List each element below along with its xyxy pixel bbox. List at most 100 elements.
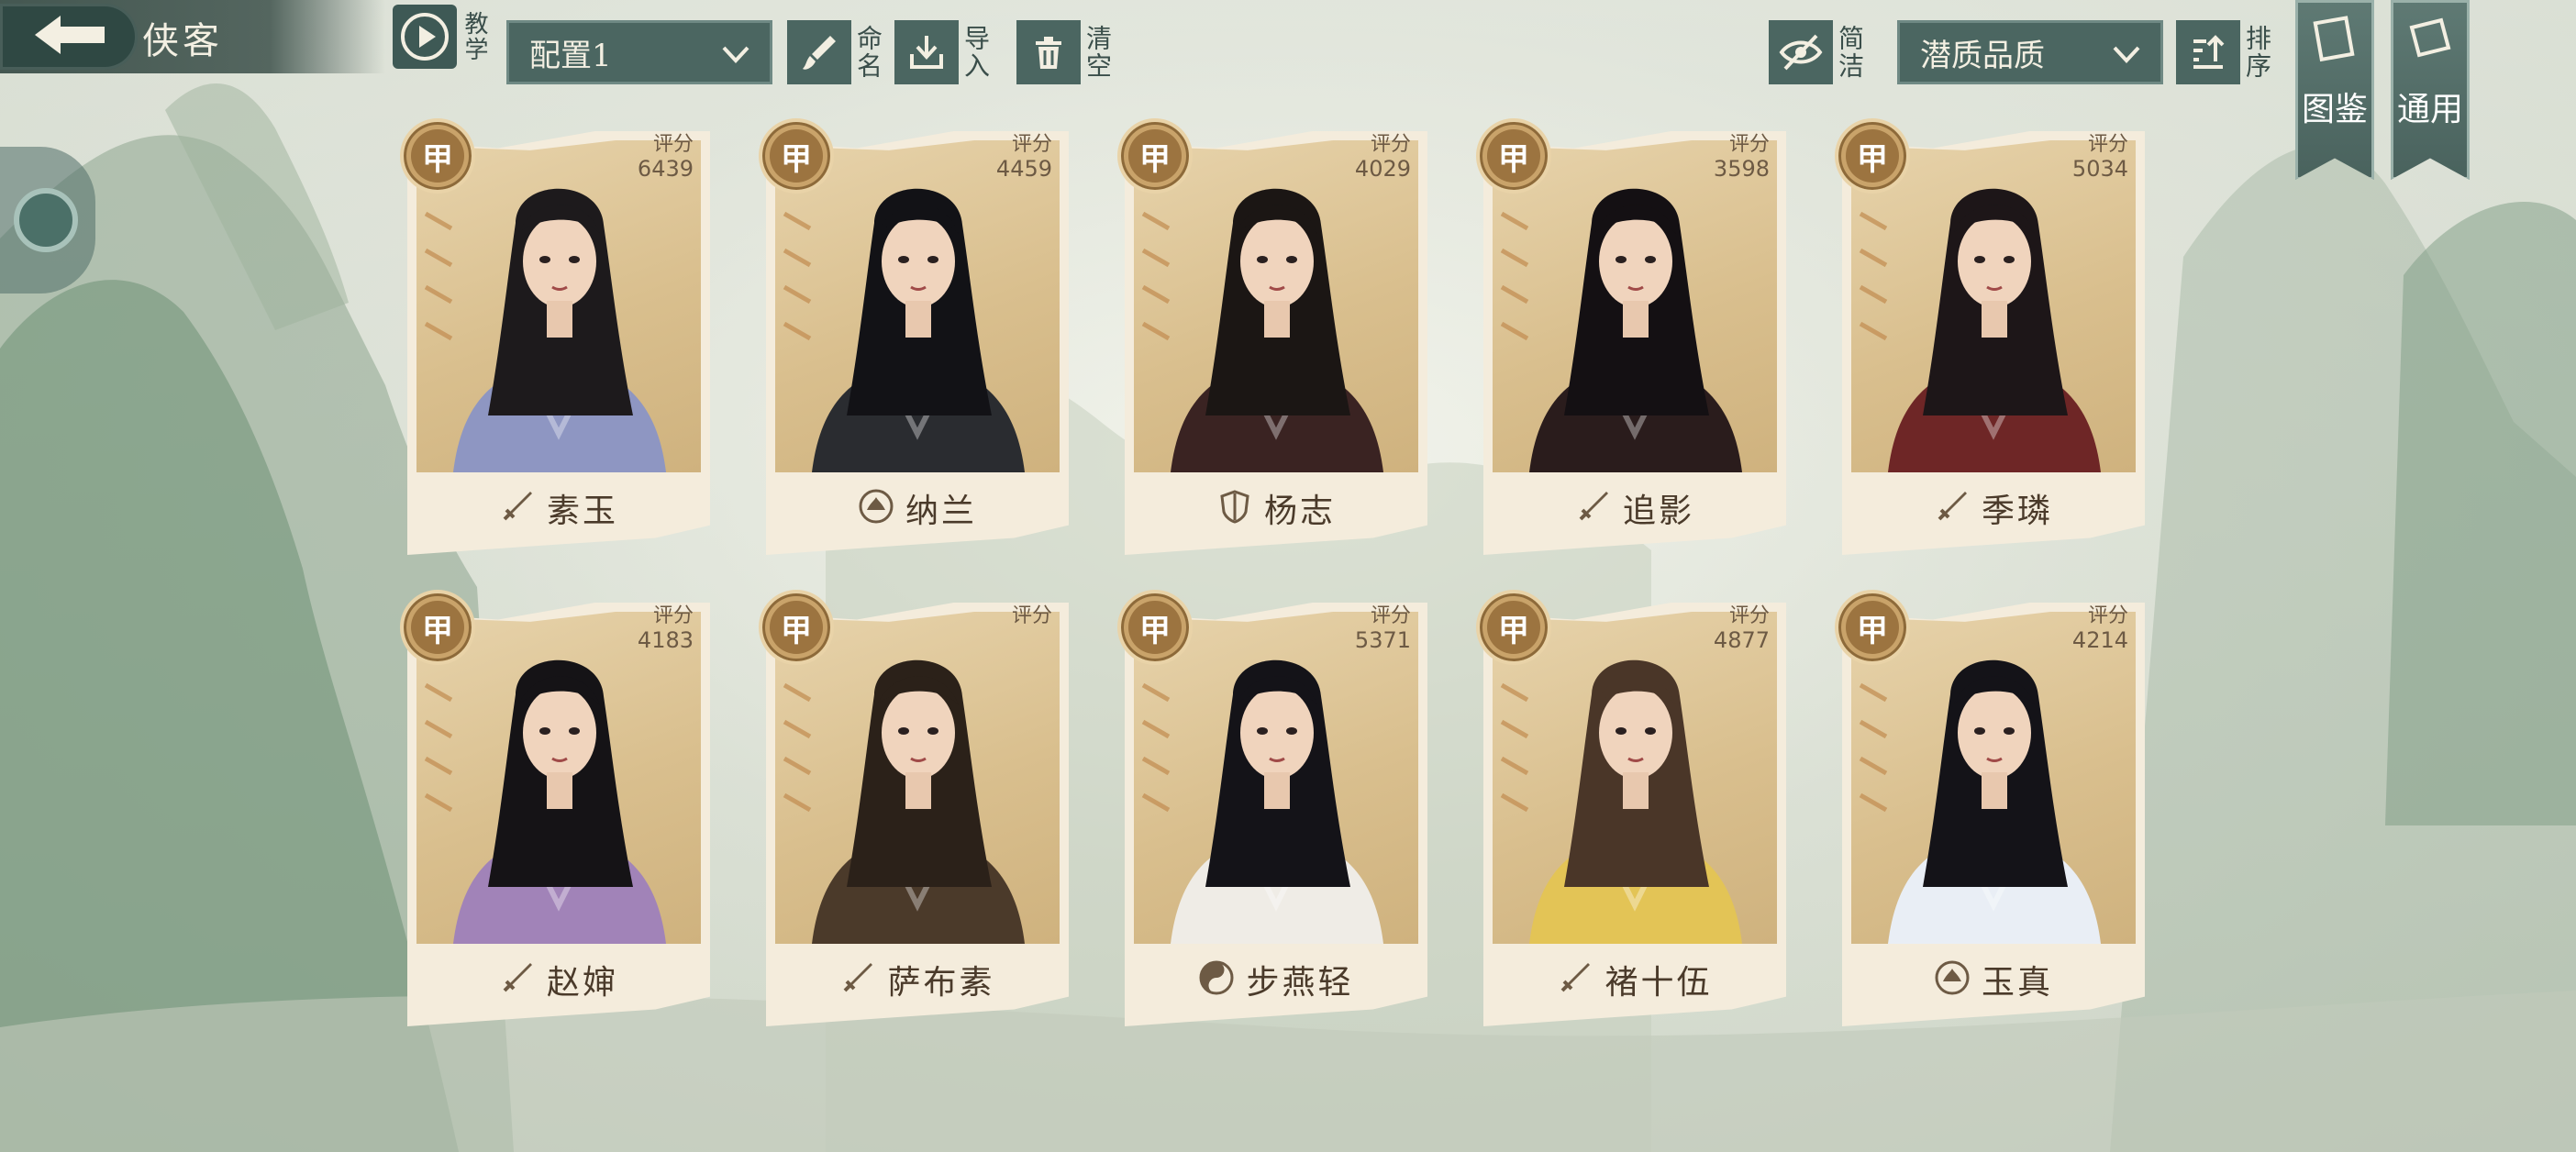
hero-portrait: [1134, 140, 1418, 472]
hero-card-4[interactable]: 甲 评分 3598 追影: [1476, 118, 1786, 555]
hero-portrait: [1851, 140, 2136, 472]
grade-text: 甲: [1128, 129, 1182, 183]
score-label: 评分: [652, 133, 694, 156]
brush-icon: [787, 20, 851, 84]
stamp-marks-icon: [1141, 211, 1171, 341]
lotus-icon: [1934, 959, 1971, 1000]
score-block: 评分 4029: [1355, 133, 1411, 181]
hero-name: 杨志: [1263, 493, 1336, 530]
score-block: 评分 5371: [1355, 604, 1411, 652]
grade-text: 甲: [1487, 601, 1540, 654]
config-value: 配置1: [529, 37, 612, 74]
hero-name: 赵婶: [546, 964, 618, 1002]
stamp-marks-icon: [1500, 682, 1529, 813]
score-label: 评分: [652, 604, 694, 627]
score-label: 评分: [1370, 133, 1411, 156]
general-banner-button[interactable]: 通用: [2391, 0, 2470, 180]
hero-card-6[interactable]: 甲 评分 4183 赵婶: [400, 590, 710, 1026]
score-value: 3598: [1713, 156, 1770, 182]
yinyang-icon: [1198, 959, 1235, 1000]
general-label: 通用: [2396, 91, 2463, 128]
stamp-marks-icon: [424, 682, 453, 813]
score-block: 评分 5034: [2072, 133, 2128, 181]
book-icon: [2309, 13, 2360, 68]
rename-label: 命名: [853, 25, 883, 80]
hero-nameplate: 追影: [1483, 476, 1786, 540]
hero-card-1[interactable]: 甲 评分 6439 素玉: [400, 118, 710, 555]
clear-button[interactable]: 清空: [1016, 20, 1113, 84]
score-value: 4183: [637, 627, 694, 653]
score-label: 评分: [2087, 133, 2128, 156]
rename-button[interactable]: 命名: [787, 20, 883, 84]
score-label: 评分: [1370, 604, 1411, 627]
hero-card-8[interactable]: 甲 评分 5371 步燕轻: [1117, 590, 1427, 1026]
sword-icon: [1575, 488, 1612, 528]
grade-badge: 甲: [759, 118, 834, 194]
hero-portrait: [416, 140, 701, 472]
score-value: 6439: [637, 156, 694, 182]
eye-hidden-icon: [1769, 20, 1833, 84]
hero-name: 玉真: [1981, 964, 2053, 1002]
grade-text: 甲: [770, 129, 823, 183]
config-dropdown[interactable]: 配置1: [506, 20, 772, 84]
hero-nameplate: 萨布素: [766, 947, 1069, 1012]
lotus-icon: [858, 488, 894, 528]
sort-filter-value: 潜质品质: [1920, 37, 2045, 74]
hero-nameplate: 季璘: [1842, 476, 2145, 540]
grade-text: 甲: [1846, 129, 1899, 183]
score-block: 评分 4459: [996, 133, 1052, 181]
score-block: 评分 4214: [2072, 604, 2128, 652]
hero-name: 步燕轻: [1246, 964, 1354, 1002]
scroll-icon: [2404, 13, 2456, 68]
import-button[interactable]: 导入: [894, 20, 991, 84]
stamp-marks-icon: [1141, 682, 1171, 813]
hero-name: 追影: [1622, 493, 1694, 530]
hero-nameplate: 褚十伍: [1483, 947, 1786, 1012]
tutorial-button[interactable]: 教学: [393, 2, 494, 72]
score-label: 评分: [1011, 133, 1052, 156]
grade-badge: 甲: [400, 590, 475, 665]
grade-text: 甲: [1128, 601, 1182, 654]
stamp-marks-icon: [424, 211, 453, 341]
grade-text: 甲: [1846, 601, 1899, 654]
hero-nameplate: 杨志: [1125, 476, 1427, 540]
grade-badge: 甲: [400, 118, 475, 194]
grade-badge: 甲: [1117, 590, 1193, 665]
back-arrow-icon: [28, 12, 110, 61]
shield-icon: [1216, 488, 1253, 528]
hero-card-2[interactable]: 甲 评分 4459 纳兰: [759, 118, 1069, 555]
hero-card-7[interactable]: 甲 评分 萨布素: [759, 590, 1069, 1026]
back-button[interactable]: [0, 4, 138, 70]
sort-button[interactable]: 排序: [2176, 20, 2272, 84]
simple-label: 简洁: [1835, 25, 1865, 80]
hero-card-10[interactable]: 甲 评分 4214 玉真: [1835, 590, 2145, 1026]
score-block: 评分: [1012, 604, 1052, 628]
hero-portrait: [1851, 612, 2136, 944]
hero-portrait: [416, 612, 701, 944]
hero-nameplate: 素玉: [407, 476, 710, 540]
hero-card-5[interactable]: 甲 评分 5034 季璘: [1835, 118, 2145, 555]
grade-badge: 甲: [1476, 590, 1551, 665]
score-block: 评分 4183: [638, 604, 694, 652]
simple-view-button[interactable]: 简洁: [1769, 20, 1865, 84]
sword-icon: [1557, 959, 1593, 1000]
grade-text: 甲: [411, 601, 464, 654]
score-block: 评分 6439: [638, 133, 694, 181]
hero-card-9[interactable]: 甲 评分 4877 褚十伍: [1476, 590, 1786, 1026]
page-title: 侠客: [142, 20, 223, 62]
sort-filter-dropdown[interactable]: 潜质品质: [1897, 20, 2163, 84]
score-label: 评分: [1728, 604, 1770, 627]
hero-name: 素玉: [546, 493, 618, 530]
score-block: 评分 4877: [1714, 604, 1770, 652]
score-label: 评分: [1728, 133, 1770, 156]
codex-banner-button[interactable]: 图鉴: [2295, 0, 2374, 180]
play-icon: [393, 5, 457, 69]
side-tab-button[interactable]: [0, 147, 95, 294]
chevron-down-icon: [720, 39, 751, 76]
hero-nameplate: 纳兰: [766, 476, 1069, 540]
hero-card-3[interactable]: 甲 评分 4029 杨志: [1117, 118, 1427, 555]
grade-badge: 甲: [1835, 590, 1910, 665]
grade-badge: 甲: [1835, 118, 1910, 194]
hero-nameplate: 步燕轻: [1125, 947, 1427, 1012]
import-icon: [894, 20, 959, 84]
